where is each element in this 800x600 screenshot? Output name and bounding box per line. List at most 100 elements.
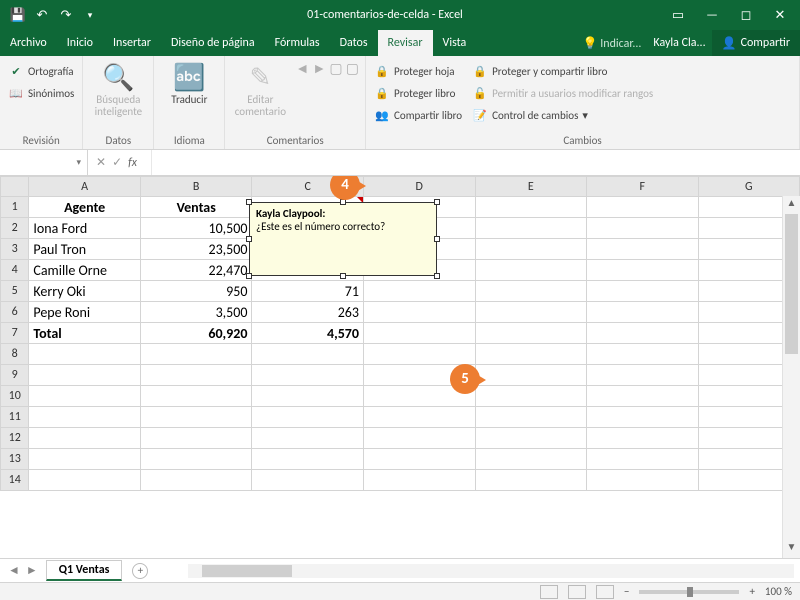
cell[interactable]: 60,920 [140, 323, 252, 344]
ortografia-button[interactable]: ✔Ortografía [6, 60, 76, 82]
cell[interactable]: 22,470 [140, 260, 252, 281]
cell[interactable] [475, 470, 587, 491]
cell[interactable] [587, 344, 699, 365]
cell[interactable] [587, 470, 699, 491]
cell[interactable] [140, 344, 252, 365]
cell[interactable] [475, 428, 587, 449]
col-header[interactable]: D [363, 177, 475, 197]
zoom-in-icon[interactable]: + [749, 585, 754, 598]
comment-box[interactable]: Kayla Claypool: ¿Este es el número corre… [249, 202, 437, 276]
cell[interactable] [363, 449, 475, 470]
cell[interactable] [140, 386, 252, 407]
redo-icon[interactable]: ↷ [56, 5, 76, 25]
cell[interactable] [587, 260, 699, 281]
cell[interactable] [140, 449, 252, 470]
proteger-compartir-button[interactable]: 🔒Proteger y compartir libro [470, 60, 655, 82]
cell[interactable] [140, 365, 252, 386]
cell[interactable] [29, 449, 141, 470]
cell[interactable]: 950 [140, 281, 252, 302]
cell[interactable]: 3,500 [140, 302, 252, 323]
share-button[interactable]: 👤 Compartir [712, 30, 800, 56]
compartir-libro-button[interactable]: 👥Compartir libro [372, 104, 464, 126]
row-header[interactable]: 8 [1, 344, 29, 365]
maximize-icon[interactable]: ◻ [730, 5, 762, 25]
view-normal-icon[interactable] [540, 585, 558, 599]
scroll-down-icon[interactable]: ▼ [783, 540, 800, 558]
qat-dropdown-icon[interactable]: ▾ [80, 5, 100, 25]
cell[interactable] [140, 470, 252, 491]
row-header[interactable]: 14 [1, 470, 29, 491]
row-header[interactable]: 6 [1, 302, 29, 323]
editar-comentario-button[interactable]: ✎Editar comentario [231, 60, 289, 118]
cell[interactable] [587, 239, 699, 260]
cell[interactable] [363, 302, 475, 323]
cell[interactable] [475, 302, 587, 323]
control-cambios-button[interactable]: 📝Control de cambios ▾ [470, 104, 655, 126]
row-header[interactable]: 12 [1, 428, 29, 449]
row-header[interactable]: 9 [1, 365, 29, 386]
tell-me[interactable]: 💡 Indicar... [577, 36, 648, 51]
cell[interactable] [363, 281, 475, 302]
vertical-scrollbar[interactable]: ▲ ▼ [782, 196, 800, 558]
cell[interactable]: 4,570 [252, 323, 364, 344]
cell[interactable] [587, 281, 699, 302]
row-header[interactable]: 1 [1, 197, 29, 218]
tab-insertar[interactable]: Insertar [103, 30, 161, 56]
cell[interactable] [252, 407, 364, 428]
add-sheet-icon[interactable]: + [132, 563, 148, 579]
zoom-level[interactable]: 100 % [765, 585, 792, 598]
tab-revisar[interactable]: Revisar [378, 30, 433, 56]
row-header[interactable]: 7 [1, 323, 29, 344]
cell[interactable] [475, 407, 587, 428]
cell[interactable]: Total [29, 323, 141, 344]
cell[interactable]: Kerry Oki [29, 281, 141, 302]
cell[interactable]: 263 [252, 302, 364, 323]
cell[interactable] [475, 323, 587, 344]
fx-icon[interactable]: fx [128, 156, 143, 170]
cell[interactable] [29, 386, 141, 407]
cell[interactable] [29, 428, 141, 449]
cell[interactable] [475, 365, 587, 386]
sinonimos-button[interactable]: 📖Sinónimos [6, 82, 76, 104]
cell[interactable] [587, 302, 699, 323]
cell[interactable] [363, 428, 475, 449]
sheet-next-icon[interactable]: ► [26, 563, 38, 578]
cell[interactable]: 23,500 [140, 239, 252, 260]
cell[interactable] [475, 218, 587, 239]
tab-diseno[interactable]: Diseño de página [161, 30, 265, 56]
enter-icon[interactable]: ✓ [112, 155, 122, 170]
col-header[interactable]: F [587, 177, 699, 197]
cell[interactable]: Pepe Roni [29, 302, 141, 323]
zoom-out-icon[interactable]: − [624, 585, 629, 598]
cell[interactable] [252, 344, 364, 365]
row-header[interactable]: 5 [1, 281, 29, 302]
col-header[interactable]: E [475, 177, 587, 197]
cell[interactable]: 10,500 [140, 218, 252, 239]
cell[interactable] [587, 197, 699, 218]
cell[interactable]: Agente [29, 197, 141, 218]
cell[interactable] [587, 365, 699, 386]
cell[interactable] [140, 428, 252, 449]
close-icon[interactable]: ✕ [764, 5, 796, 25]
row-header[interactable]: 4 [1, 260, 29, 281]
horizontal-scrollbar[interactable] [188, 564, 794, 578]
name-box[interactable]: ▾ [0, 150, 88, 175]
view-layout-icon[interactable] [568, 585, 586, 599]
tab-inicio[interactable]: Inicio [57, 30, 103, 56]
tab-formulas[interactable]: Fórmulas [265, 30, 330, 56]
cell[interactable] [29, 344, 141, 365]
cell[interactable] [140, 407, 252, 428]
cell[interactable] [252, 428, 364, 449]
row-header[interactable]: 10 [1, 386, 29, 407]
row-header[interactable]: 3 [1, 239, 29, 260]
cell[interactable] [363, 344, 475, 365]
tab-vista[interactable]: Vista [433, 30, 477, 56]
cancel-icon[interactable]: ✕ [96, 155, 106, 170]
user-name[interactable]: Kayla Cla... [647, 36, 711, 50]
cell[interactable] [475, 344, 587, 365]
tab-archivo[interactable]: Archivo [0, 30, 57, 56]
cell[interactable] [252, 449, 364, 470]
comment-nav-icons[interactable]: ◄ ► ▢ ▢ [295, 60, 359, 77]
cell[interactable]: 71 [252, 281, 364, 302]
permitir-rangos-button[interactable]: 🔓Permitir a usuarios modificar rangos [470, 82, 655, 104]
